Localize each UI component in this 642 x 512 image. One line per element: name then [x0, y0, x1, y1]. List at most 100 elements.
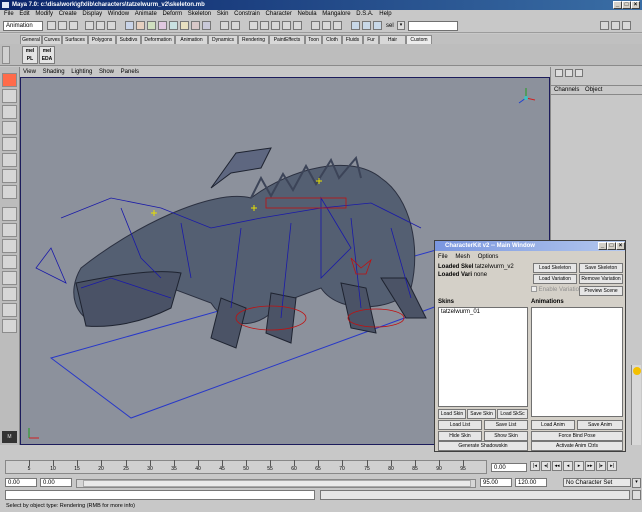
manipulator-tool-icon[interactable]: [2, 169, 17, 183]
menu-character[interactable]: Character: [266, 11, 292, 17]
save-skeleton-button[interactable]: Save Skeleton: [579, 263, 623, 273]
load-skskin-button[interactable]: Load SkSc: [497, 409, 528, 419]
show-attribute-editor-icon[interactable]: [611, 21, 620, 30]
render-current-frame-icon[interactable]: [351, 21, 360, 30]
tab-surfaces[interactable]: Surfaces: [62, 35, 88, 44]
last-tool-icon[interactable]: [2, 185, 17, 199]
show-skin-button[interactable]: Show Skin: [484, 431, 528, 441]
ck-menu-mesh[interactable]: Mesh: [455, 254, 470, 260]
tab-toon[interactable]: Toon: [305, 35, 322, 44]
menu-create[interactable]: Create: [59, 11, 77, 17]
enable-variation-checkbox[interactable]: Enable Variation: [531, 286, 582, 294]
tab-custom[interactable]: Custom: [406, 35, 432, 44]
tab-rendering[interactable]: Rendering: [238, 35, 269, 44]
ck-close-button[interactable]: ×: [616, 242, 625, 250]
list-item[interactable]: tatzelwurm_01: [439, 308, 527, 316]
select-dynamics-icon[interactable]: [180, 21, 189, 30]
current-time-field[interactable]: 0.00: [491, 463, 527, 472]
menu-dsa[interactable]: D.S.A.: [356, 11, 373, 17]
highlight-selection-icon[interactable]: [231, 21, 240, 30]
close-button[interactable]: ×: [631, 1, 640, 9]
channel-box-scrollbar[interactable]: [631, 365, 641, 445]
tab-subdivs[interactable]: Subdivs: [116, 35, 141, 44]
menu-nebula[interactable]: Nebula: [298, 11, 317, 17]
chevron-down-icon[interactable]: ▾: [632, 478, 641, 488]
shelf-button-mel-pl[interactable]: mel PL: [22, 46, 38, 64]
viewport-menu-lighting[interactable]: Lighting: [71, 69, 92, 75]
select-hierarchy-icon[interactable]: [85, 21, 94, 30]
time-slider[interactable]: 5 10 15 20 25 30 35 40 45 50 55 60 65 70 75 80 85 90 95 0.…: [0, 456, 642, 478]
menu-skeleton[interactable]: Skeleton: [188, 11, 211, 17]
chevron-down-icon[interactable]: ▾: [397, 21, 405, 30]
select-object-icon[interactable]: [96, 21, 105, 30]
load-list-button[interactable]: Load List: [438, 420, 482, 430]
tab-animation[interactable]: Animation: [175, 35, 208, 44]
show-tool-settings-icon[interactable]: [622, 21, 631, 30]
skins-list[interactable]: tatzelwurm_01: [438, 307, 528, 407]
character-set-dropdown[interactable]: No Character Set: [563, 478, 631, 487]
tab-painteffects[interactable]: PaintEffects: [269, 35, 305, 44]
goto-start-icon[interactable]: |◂: [530, 461, 540, 471]
tab-general[interactable]: General: [20, 35, 42, 44]
ck-menu-options[interactable]: Options: [478, 254, 499, 260]
mel-input[interactable]: [5, 490, 315, 500]
step-back-icon[interactable]: ◂|: [541, 461, 551, 471]
playback-start-field[interactable]: 0.00: [40, 478, 72, 487]
tab-cloth[interactable]: Cloth: [322, 35, 342, 44]
menu-display[interactable]: Display: [82, 11, 102, 17]
lasso-tool-icon[interactable]: [2, 89, 17, 103]
quick-selection-field[interactable]: [408, 21, 458, 31]
goto-end-icon[interactable]: ▸|: [607, 461, 617, 471]
custom-layout-icon[interactable]: [2, 287, 17, 301]
persp-graph-layout-icon[interactable]: [2, 255, 17, 269]
select-deformers-icon[interactable]: [169, 21, 178, 30]
viewport-menu-shading[interactable]: Shading: [43, 69, 65, 75]
load-variation-button[interactable]: Load Variation: [533, 274, 577, 284]
make-live-icon[interactable]: [293, 21, 302, 30]
tab-deformation[interactable]: Deformation: [141, 35, 175, 44]
generate-shadowskin-button[interactable]: Generate Shadowskin: [438, 441, 528, 451]
load-skin-button[interactable]: Load Skin: [438, 409, 466, 419]
panel-layout-icon[interactable]: [2, 319, 17, 333]
ck-maximize-button[interactable]: □: [607, 242, 616, 250]
viewport-menu-panels[interactable]: Panels: [121, 69, 139, 75]
remove-variation-button[interactable]: Remove Variation: [579, 274, 623, 284]
step-forward-icon[interactable]: |▸: [596, 461, 606, 471]
new-scene-icon[interactable]: [47, 21, 56, 30]
menu-edit[interactable]: Edit: [19, 11, 29, 17]
select-joints-icon[interactable]: [136, 21, 145, 30]
playback-end-field[interactable]: 95.00: [480, 478, 512, 487]
select-component-icon[interactable]: [107, 21, 116, 30]
select-tool-icon[interactable]: [2, 73, 17, 87]
animations-list[interactable]: [531, 307, 623, 417]
ck-minimize-button[interactable]: _: [598, 242, 607, 250]
tab-fur[interactable]: Fur: [363, 35, 379, 44]
script-editor-icon[interactable]: [632, 490, 641, 500]
tab-hair[interactable]: Hair: [379, 35, 406, 44]
channel-box-tab-object[interactable]: Object: [585, 87, 602, 93]
hypershade-layout-icon[interactable]: [2, 271, 17, 285]
anim-start-field[interactable]: 0.00: [5, 478, 37, 487]
menu-modify[interactable]: Modify: [35, 11, 53, 17]
move-tool-icon[interactable]: [2, 121, 17, 135]
menu-skin[interactable]: Skin: [217, 11, 229, 17]
persp-outliner-layout-icon[interactable]: [2, 239, 17, 253]
select-curves-icon[interactable]: [147, 21, 156, 30]
save-list-button[interactable]: Save List: [484, 420, 528, 430]
select-handles-icon[interactable]: [125, 21, 134, 30]
play-forward-icon[interactable]: ▸: [574, 461, 584, 471]
paint-select-tool-icon[interactable]: [2, 105, 17, 119]
snap-grid-icon[interactable]: [249, 21, 258, 30]
play-backward-icon[interactable]: ◂: [563, 461, 573, 471]
channel-box-tab-channels[interactable]: Channels: [554, 87, 579, 93]
open-scene-icon[interactable]: [58, 21, 67, 30]
history-icon[interactable]: [333, 21, 342, 30]
snap-point-icon[interactable]: [271, 21, 280, 30]
tab-fluids[interactable]: Fluids: [342, 35, 363, 44]
select-misc-icon[interactable]: [202, 21, 211, 30]
single-view-layout-icon[interactable]: [2, 207, 17, 221]
tab-polygons[interactable]: Polygons: [88, 35, 116, 44]
step-forward-key-icon[interactable]: ▸▸: [585, 461, 595, 471]
load-skeleton-button[interactable]: Load Skeleton: [533, 263, 577, 273]
activate-anim-ctrls-button[interactable]: Activate Anim Ctrls: [531, 441, 623, 451]
